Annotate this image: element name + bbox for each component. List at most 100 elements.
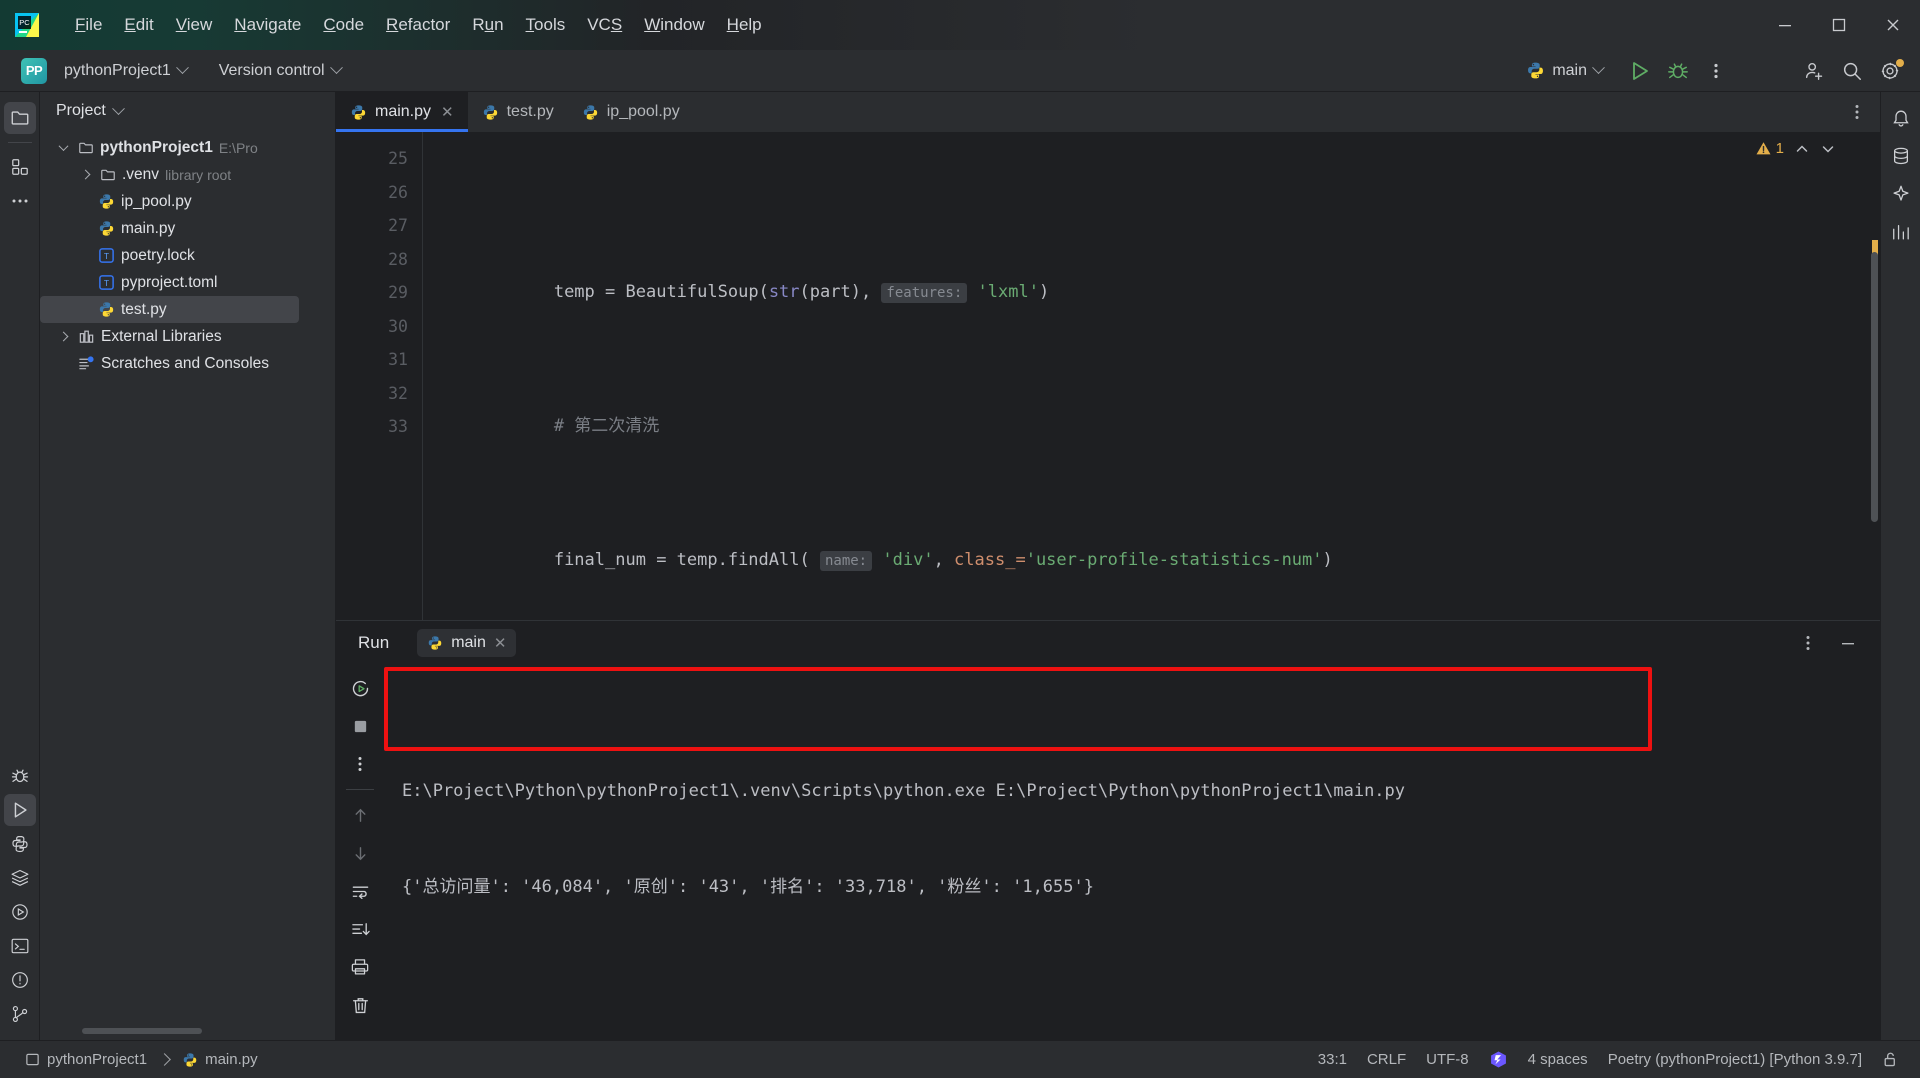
close-icon[interactable]: ✕ — [441, 103, 454, 121]
python-interpreter-icon[interactable] — [1480, 1046, 1517, 1073]
add-user-icon[interactable] — [1796, 55, 1832, 87]
indent-setting[interactable]: 4 spaces — [1519, 1047, 1597, 1072]
menu-file[interactable]: File — [64, 11, 113, 39]
menu-run[interactable]: Run — [461, 11, 514, 39]
tree-item-test-py[interactable]: test.py — [40, 296, 299, 323]
problems-tool-window-button[interactable] — [4, 964, 36, 996]
debug-tool-window-button[interactable] — [4, 760, 36, 792]
rerun-button[interactable] — [343, 671, 377, 705]
python-packages-tool-window-button[interactable] — [4, 896, 36, 928]
menu-window[interactable]: Window — [633, 11, 715, 39]
breadcrumb-project[interactable]: pythonProject1 — [16, 1047, 156, 1072]
project-tool-window-button[interactable] — [3, 102, 36, 134]
database-tool-window-button[interactable] — [1885, 140, 1917, 172]
line-number: 25 — [388, 149, 408, 168]
chevron-down-icon[interactable] — [54, 141, 72, 152]
menu-navigate[interactable]: Navigate — [223, 11, 312, 39]
run-console-output[interactable]: E:\Project\Python\pythonProject1\.venv\S… — [384, 665, 1880, 1040]
tree-item-venv[interactable]: .venv library root — [40, 161, 335, 188]
menu-view[interactable]: View — [165, 11, 224, 39]
code-text[interactable]: temp = BeautifulSoup(str(part), features… — [422, 132, 1858, 620]
chevron-up-icon[interactable] — [1794, 141, 1810, 157]
next-occurrence-button[interactable] — [343, 836, 377, 870]
editor-tab-main-py[interactable]: main.py ✕ — [336, 92, 468, 132]
code-editor[interactable]: 1 25 26 27 28 29 30 31 32 33 temp = Beau… — [336, 132, 1880, 620]
trash-icon[interactable] — [343, 988, 377, 1022]
menu-tools[interactable]: Tools — [515, 11, 577, 39]
breadcrumb-file[interactable]: main.py — [173, 1047, 267, 1072]
unlock-icon[interactable] — [1873, 1047, 1908, 1072]
search-icon[interactable] — [1834, 55, 1870, 87]
profiler-tool-window-button[interactable] — [1885, 216, 1917, 248]
tree-item-label: main.py — [121, 219, 176, 237]
run-tab-main[interactable]: main ✕ — [417, 629, 517, 657]
more-vertical-icon[interactable] — [1698, 55, 1734, 87]
python-console-tool-window-button[interactable] — [4, 828, 36, 860]
minimize-icon[interactable] — [1758, 0, 1812, 50]
inspection-widget[interactable]: 1 — [1755, 140, 1836, 157]
menu-refactor[interactable]: Refactor — [375, 11, 461, 39]
tree-item-scratches-and-consoles[interactable]: Scratches and Consoles — [40, 350, 335, 377]
file-encoding[interactable]: UTF-8 — [1417, 1047, 1478, 1072]
editor-error-stripe[interactable] — [1858, 132, 1880, 620]
project-name-dropdown[interactable]: pythonProject1 — [55, 58, 196, 84]
run-button[interactable] — [1622, 55, 1658, 87]
project-badge[interactable]: PP — [21, 57, 47, 84]
previous-occurrence-button[interactable] — [343, 798, 377, 832]
terminal-tool-window-button[interactable] — [4, 930, 36, 962]
run-panel-options-button[interactable] — [1790, 627, 1826, 659]
caret-position[interactable]: 33:1 — [1309, 1047, 1356, 1072]
rail-divider — [7, 142, 32, 143]
version-control-dropdown[interactable]: Version control — [210, 58, 350, 84]
version-control-tool-window-button[interactable] — [4, 998, 36, 1030]
chevron-right-icon[interactable] — [54, 331, 72, 342]
run-configuration-selector[interactable]: main — [1517, 57, 1612, 84]
soft-wrap-button[interactable] — [343, 874, 377, 908]
maximize-icon[interactable] — [1812, 0, 1866, 50]
run-tool-window-button[interactable] — [3, 794, 36, 826]
menu-help[interactable]: Help — [716, 11, 773, 39]
gear-icon[interactable] — [1872, 55, 1908, 87]
tree-item-label: External Libraries — [101, 327, 222, 345]
editor-scrollbar-thumb[interactable] — [1871, 252, 1878, 522]
editor-tab-test-py[interactable]: test.py — [468, 92, 568, 132]
stop-button[interactable] — [343, 709, 377, 743]
tree-item-external-libraries[interactable]: External Libraries — [40, 323, 335, 350]
warning-triangle-icon[interactable]: 1 — [1755, 140, 1784, 157]
editor-tab-options-button[interactable] — [1848, 92, 1880, 132]
print-button[interactable] — [343, 950, 377, 984]
chevron-right-icon[interactable] — [76, 169, 94, 180]
interpreter-setting[interactable]: Poetry (pythonProject1) [Python 3.9.7] — [1599, 1047, 1871, 1072]
run-options-button[interactable] — [343, 747, 377, 781]
scroll-to-end-button[interactable] — [343, 912, 377, 946]
commit-tool-window-button[interactable] — [4, 151, 36, 183]
tree-item-main-py[interactable]: main.py — [40, 215, 335, 242]
code-token: 'user-profile-statistics-num' — [1025, 550, 1323, 570]
python-file-icon — [98, 301, 115, 318]
ai-assistant-tool-window-button[interactable] — [1885, 178, 1917, 210]
code-token: (part), — [799, 282, 882, 302]
chevron-down-icon[interactable] — [1820, 141, 1836, 157]
close-icon[interactable] — [1866, 0, 1920, 50]
line-number: 33 — [388, 417, 408, 436]
menu-vcs[interactable]: VCS — [576, 11, 633, 39]
debug-button[interactable] — [1660, 55, 1696, 87]
line-separator[interactable]: CRLF — [1358, 1047, 1415, 1072]
menu-edit[interactable]: Edit — [113, 11, 164, 39]
project-horizontal-scrollbar[interactable] — [82, 1028, 202, 1034]
parameter-hint: name: — [819, 551, 873, 571]
chevron-down-icon[interactable] — [111, 101, 125, 115]
tree-item-pythonproject1[interactable]: pythonProject1 E:\Pro — [40, 134, 335, 161]
editor-tab-ip-pool-py[interactable]: ip_pool.py — [568, 92, 694, 132]
notifications-tool-window-button[interactable] — [1885, 102, 1917, 134]
tree-item-ip-pool-py[interactable]: ip_pool.py — [40, 188, 335, 215]
run-panel-minimize-button[interactable] — [1830, 627, 1866, 659]
menu-code[interactable]: Code — [312, 11, 375, 39]
line-number-gutter: 25 26 27 28 29 30 31 32 33 — [336, 132, 422, 620]
tree-item-pyproject-toml[interactable]: T pyproject.toml — [40, 269, 335, 296]
close-icon[interactable]: ✕ — [494, 634, 507, 652]
services-tool-window-button[interactable] — [4, 862, 36, 894]
more-tool-windows-button[interactable] — [4, 185, 36, 217]
tree-item-poetry-lock[interactable]: T poetry.lock — [40, 242, 335, 269]
highlight-annotation-box — [384, 667, 1652, 751]
